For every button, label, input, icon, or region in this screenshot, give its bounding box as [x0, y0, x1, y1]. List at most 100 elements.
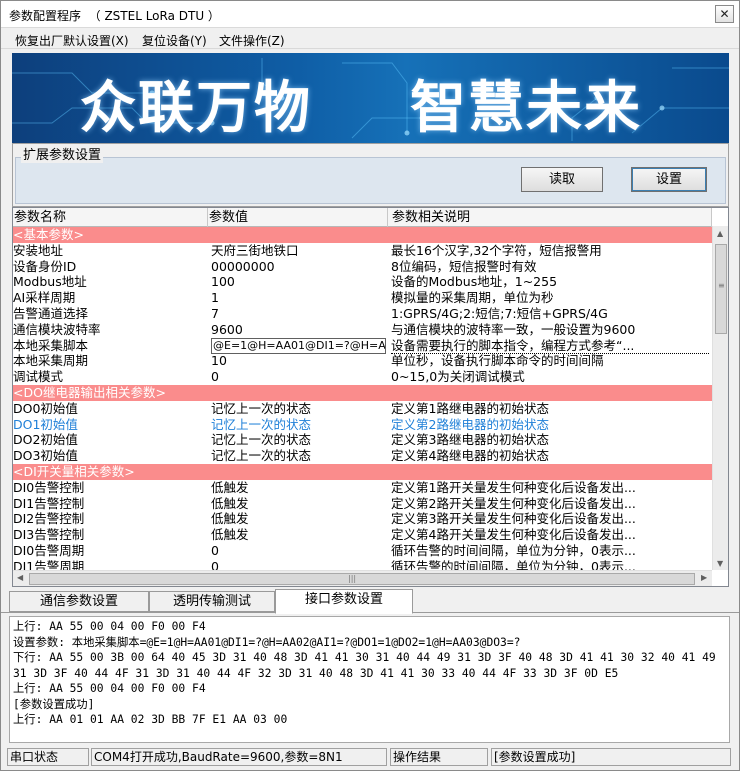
grip-icon: ≡: [718, 281, 725, 290]
vertical-scrollbar[interactable]: ▲ ≡ ▼: [712, 226, 728, 570]
tab-transparent-test[interactable]: 透明传输测试: [149, 591, 275, 612]
table-row[interactable]: DI0告警周期 0 循环告警的时间间隔，单位为分钟，0表示...: [13, 543, 712, 559]
scroll-right-icon[interactable]: ▶: [701, 573, 707, 582]
param-desc-cell: 模拟量的采集周期，单位为秒: [391, 290, 554, 306]
param-value-cell[interactable]: 记忆上一次的状态: [211, 401, 386, 417]
status-port-value: COM4打开成功,BaudRate=9600,参数=8N1: [91, 748, 387, 766]
param-desc-cell: 8位编码，短信报警时有效: [391, 258, 537, 274]
status-port-label: 串口状态: [7, 748, 89, 766]
table-row[interactable]: DO2初始值 记忆上一次的状态 定义第3路继电器的初始状态: [13, 432, 712, 448]
log-output[interactable]: 上行: AA 55 00 04 00 F0 00 F4 设置参数: 本地采集脚本…: [9, 616, 730, 743]
param-desc-cell: 定义第2路继电器的初始状态: [391, 416, 549, 432]
table-row[interactable]: 调试模式 0 0~15,0为关闭调试模式: [13, 369, 712, 385]
header-param-desc[interactable]: 参数相关说明: [388, 208, 712, 227]
table-row[interactable]: Modbus地址 100 设备的Modbus地址，1~255: [13, 274, 712, 290]
menu-reset-device[interactable]: 复位设备(Y): [142, 32, 207, 49]
table-row[interactable]: 通信模块波特率 9600 与通信模块的波特率一致，一般设置为9600: [13, 322, 712, 338]
param-value-cell[interactable]: 0: [211, 543, 386, 559]
table-row[interactable]: 设备身份ID 00000000 8位编码，短信报警时有效: [13, 259, 712, 275]
table-row[interactable]: 本地采集周期 10 单位秒，设备执行脚本命令的时间间隔: [13, 353, 712, 369]
param-value-cell[interactable]: 0: [211, 369, 386, 385]
param-desc-cell: 定义第3路继电器的初始状态: [391, 432, 549, 448]
param-desc-cell: 定义第3路开关量发生何种变化后设备发出...: [391, 511, 636, 527]
table-row[interactable]: 告警通道选择 7 1:GPRS/4G;2:短信;7:短信+GPRS/4G: [13, 306, 712, 322]
table-row[interactable]: AI采样周期 1 模拟量的采集周期，单位为秒: [13, 290, 712, 306]
log-line: 上行: AA 55 00 04 00 F0 00 F4: [13, 620, 206, 633]
param-name-cell: <DI开关量相关参数>: [13, 464, 135, 479]
param-value-cell[interactable]: [211, 464, 386, 480]
header-param-name[interactable]: 参数名称: [13, 208, 208, 227]
param-desc-cell: 1:GPRS/4G;2:短信;7:短信+GPRS/4G: [391, 306, 608, 321]
param-value-cell[interactable]: 低触发: [211, 480, 386, 496]
status-result-label: 操作结果: [390, 748, 488, 766]
param-name-cell: 调试模式: [13, 369, 64, 385]
menu-file-ops[interactable]: 文件操作(Z): [219, 32, 285, 49]
read-button[interactable]: 读取: [521, 167, 603, 192]
param-value-cell[interactable]: 低触发: [211, 527, 386, 543]
table-row[interactable]: DO3初始值 记忆上一次的状态 定义第4路继电器的初始状态: [13, 448, 712, 464]
hgrip-icon: |||: [348, 574, 357, 583]
table-row[interactable]: DO1初始值 记忆上一次的状态 定义第2路继电器的初始状态: [13, 417, 712, 433]
log-line: 下行: AA 55 00 3B 00 64 40 45 3D 31 40 48 …: [13, 651, 723, 680]
param-desc-cell: 与通信模块的波特率一致，一般设置为9600: [391, 321, 636, 337]
param-value-cell[interactable]: 7: [211, 306, 386, 322]
param-value-cell[interactable]: [211, 227, 386, 243]
extended-settings-title: 扩展参数设置: [21, 144, 104, 163]
param-value-cell[interactable]: 低触发: [211, 511, 386, 527]
tab-interface-settings[interactable]: 接口参数设置: [275, 589, 413, 614]
param-value-cell[interactable]: 记忆上一次的状态: [211, 448, 386, 464]
set-button[interactable]: 设置: [631, 167, 707, 192]
table-row[interactable]: 本地采集脚本 @E=1@H=AA01@DI1=?@H=AA02 设备需要执行的脚本指…: [13, 337, 712, 354]
param-desc-cell: [391, 385, 709, 401]
param-value-cell[interactable]: 10: [211, 353, 386, 369]
table-row[interactable]: 安装地址 天府三街地铁口 最长16个汉字,32个字符，短信报警用: [13, 243, 712, 259]
param-value-cell[interactable]: [211, 385, 386, 401]
header-param-value[interactable]: 参数值: [208, 208, 388, 227]
horizontal-scroll-thumb[interactable]: |||: [29, 573, 695, 585]
param-name-cell: 安装地址: [13, 242, 64, 258]
param-value-cell[interactable]: 低触发: [211, 496, 386, 512]
param-name-cell: DO0初始值: [13, 400, 78, 416]
grid-section-row[interactable]: <基本参数>: [13, 227, 712, 243]
banner-slogan-right: 智慧未来: [410, 75, 642, 141]
param-value-cell[interactable]: 天府三街地铁口: [211, 243, 386, 259]
script-edit-field[interactable]: @E=1@H=AA01@DI1=?@H=AA02: [211, 337, 386, 354]
param-desc-cell: 0~15,0为关闭调试模式: [391, 369, 525, 385]
scroll-down-icon[interactable]: ▼: [717, 559, 723, 568]
param-value-cell[interactable]: 记忆上一次的状态: [211, 417, 386, 433]
param-desc-cell: [391, 227, 709, 243]
param-value-cell[interactable]: 记忆上一次的状态: [211, 432, 386, 448]
table-row[interactable]: DI2告警控制 低触发 定义第3路开关量发生何种变化后设备发出...: [13, 511, 712, 527]
log-line: [参数设置成功]: [13, 697, 95, 711]
param-desc-cell: 定义第1路继电器的初始状态: [391, 400, 549, 416]
tab-comm-settings[interactable]: 通信参数设置: [9, 591, 149, 612]
table-row[interactable]: DI1告警控制 低触发 定义第2路开关量发生何种变化后设备发出...: [13, 496, 712, 512]
menu-factory-reset[interactable]: 恢复出厂默认设置(X): [15, 32, 129, 49]
param-value-cell[interactable]: 00000000: [211, 259, 386, 275]
table-row[interactable]: DI3告警控制 低触发 定义第4路开关量发生何种变化后设备发出...: [13, 527, 712, 543]
param-desc-cell: 循环告警的时间间隔，单位为分钟，0表示...: [391, 543, 636, 558]
scroll-left-icon[interactable]: ◀: [17, 573, 23, 582]
tab-strip: 通信参数设置 透明传输测试 接口参数设置: [1, 589, 739, 614]
title-bar: 参数配置程序 （ ZSTEL LoRa DTU ） ✕: [1, 1, 739, 28]
scroll-up-icon[interactable]: ▲: [717, 229, 723, 238]
close-icon[interactable]: ✕: [715, 5, 734, 23]
param-desc-cell: 单位秒，设备执行脚本命令的时间间隔: [391, 353, 604, 369]
param-name-cell: <基本参数>: [13, 227, 84, 242]
param-name-cell: AI采样周期: [13, 290, 76, 306]
param-desc-cell: 设备需要执行的脚本指令，编程方式参考“...: [391, 338, 709, 354]
window-title: 参数配置程序 （ ZSTEL LoRa DTU ）: [9, 9, 220, 23]
param-desc-cell: 设备的Modbus地址，1~255: [391, 274, 558, 290]
grid-section-row[interactable]: <DI开关量相关参数>: [13, 464, 712, 480]
param-name-cell: DI1告警控制: [13, 495, 85, 511]
grid-section-row[interactable]: <DO继电器输出相关参数>: [13, 385, 712, 401]
horizontal-scrollbar[interactable]: ◀ ||| ▶: [13, 570, 712, 586]
extended-settings-panel: 扩展参数设置: [12, 143, 729, 207]
param-value-cell[interactable]: 100: [211, 274, 386, 290]
param-value-cell[interactable]: 9600: [211, 322, 386, 338]
table-row[interactable]: DO0初始值 记忆上一次的状态 定义第1路继电器的初始状态: [13, 401, 712, 417]
param-desc-cell: 定义第4路继电器的初始状态: [391, 448, 549, 464]
table-row[interactable]: DI0告警控制 低触发 定义第1路开关量发生何种变化后设备发出...: [13, 480, 712, 496]
vertical-scroll-thumb[interactable]: ≡: [715, 244, 727, 334]
param-value-cell[interactable]: 1: [211, 290, 386, 306]
